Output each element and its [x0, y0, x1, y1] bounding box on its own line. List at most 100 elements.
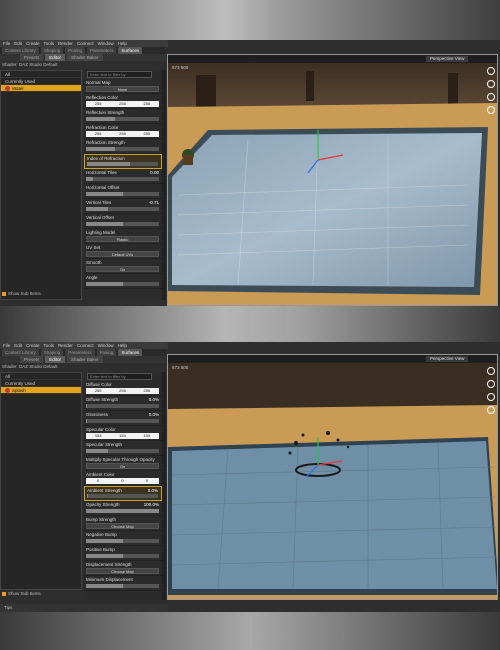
rotate-icon[interactable] — [487, 406, 495, 414]
property-label: Bump Strength — [86, 517, 117, 522]
property-row: Angle — [84, 274, 162, 289]
property-slider[interactable] — [86, 404, 159, 408]
menu-item-create[interactable]: Create — [26, 343, 40, 348]
menu-item-help[interactable]: Help — [118, 41, 127, 46]
scene-render — [168, 55, 497, 305]
tab-shaping[interactable]: Shaping — [40, 349, 64, 356]
menu-item-edit[interactable]: Edit — [14, 41, 22, 46]
property-label: Smooth — [86, 260, 102, 265]
property-button[interactable]: Plastic — [86, 236, 159, 242]
color-swatch[interactable]: 255 255 255 — [86, 101, 159, 107]
menu-item-render[interactable]: Render — [58, 343, 73, 348]
tab-posing[interactable]: Posing — [65, 47, 86, 54]
show-sub-items[interactable]: Show Sub Items — [2, 291, 41, 296]
property-filter-input[interactable]: Enter text to filter by — [87, 373, 152, 380]
property-scrollbar[interactable] — [162, 372, 166, 600]
menu-item-connect[interactable]: Connect — [77, 41, 94, 46]
menu-item-window[interactable]: Window — [98, 41, 114, 46]
property-slider[interactable] — [86, 177, 159, 181]
subtab-shader-baker[interactable]: Shader Baker — [67, 54, 103, 61]
property-button[interactable]: Choose Map — [86, 568, 159, 574]
subtab-editor[interactable]: Editor — [45, 356, 66, 363]
menu-item-edit[interactable]: Edit — [14, 343, 22, 348]
show-sub-items[interactable]: Show Sub Items — [2, 591, 41, 596]
menu-item-create[interactable]: Create — [26, 41, 40, 46]
rotate-icon[interactable] — [487, 106, 495, 114]
property-slider[interactable] — [86, 539, 159, 543]
color-swatch[interactable]: 153 153 153 — [86, 433, 159, 439]
pan-icon[interactable] — [487, 80, 495, 88]
subtab-presets[interactable]: Presets — [20, 356, 44, 363]
menu-item-tools[interactable]: Tools — [44, 343, 55, 348]
property-slider[interactable] — [86, 584, 159, 588]
property-slider[interactable] — [86, 509, 159, 513]
tab-surfaces[interactable]: Surfaces — [118, 47, 143, 54]
menu-item-render[interactable]: Render — [58, 41, 73, 46]
property-button[interactable]: Choose Map — [86, 523, 159, 529]
tab-parameters[interactable]: Parameters — [65, 349, 95, 356]
menu-item-tools[interactable]: Tools — [44, 41, 55, 46]
pan-icon[interactable] — [487, 380, 495, 388]
color-swatch[interactable]: 255 255 255 — [86, 131, 159, 137]
checkbox-icon[interactable] — [2, 591, 6, 596]
property-slider[interactable] — [86, 222, 159, 226]
property-button[interactable]: On — [86, 266, 159, 272]
property-scrollbar[interactable] — [162, 70, 166, 300]
property-row: Horizontal Offset — [84, 184, 162, 199]
list-item-selected[interactable]: Splash — [1, 387, 81, 394]
menu-item-file[interactable]: File — [3, 343, 10, 348]
property-value[interactable]: 0.0% — [148, 488, 158, 493]
shader-label: Shader: DAZ Studio Default — [2, 364, 58, 369]
viewport-coords: 673 500 — [172, 65, 189, 70]
property-label: Multiply Specular Through Opacity — [86, 457, 155, 462]
viewport[interactable]: Perspective View 673 500 — [167, 54, 498, 306]
property-value[interactable]: 0.0% — [149, 397, 159, 402]
property-filter-input[interactable]: Enter text to filter by — [87, 71, 152, 78]
tab-surfaces[interactable]: Surfaces — [118, 349, 143, 356]
property-slider[interactable] — [86, 207, 159, 211]
property-slider[interactable] — [86, 192, 159, 196]
viewport-camera-select[interactable]: Perspective View — [426, 356, 469, 362]
tab-shaping[interactable]: Shaping — [40, 47, 64, 54]
tab-posing[interactable]: Posing — [96, 349, 117, 356]
zoom-icon[interactable] — [487, 93, 495, 101]
property-slider[interactable] — [87, 162, 158, 166]
list-item-all[interactable]: All — [1, 71, 81, 78]
zoom-icon[interactable] — [487, 393, 495, 401]
color-swatch[interactable]: 0 0 0 — [86, 478, 159, 484]
viewport[interactable]: Perspective View 673 500 — [167, 354, 498, 600]
property-button[interactable]: Default UVs — [86, 251, 159, 257]
list-item-all[interactable]: All — [1, 373, 81, 380]
tab-content-library[interactable]: Content Library — [2, 349, 39, 356]
menu-item-connect[interactable]: Connect — [77, 343, 94, 348]
subtab-presets[interactable]: Presets — [20, 54, 44, 61]
tab-content-library[interactable]: Content Library — [2, 47, 39, 54]
property-value[interactable]: 0.00 — [150, 170, 159, 175]
subtab-editor[interactable]: Editor — [45, 54, 66, 61]
checkbox-icon[interactable] — [2, 291, 6, 296]
subtab-shader-baker[interactable]: Shader Baker — [67, 356, 103, 363]
list-item-selected[interactable]: Water — [1, 85, 81, 92]
property-slider[interactable] — [86, 449, 159, 453]
tab-parameters[interactable]: Parameters — [87, 47, 117, 54]
property-slider[interactable] — [87, 494, 158, 498]
orbit-icon[interactable] — [487, 367, 495, 375]
property-slider[interactable] — [86, 554, 159, 558]
menu-item-help[interactable]: Help — [118, 343, 127, 348]
color-channel: 255 — [94, 131, 102, 136]
property-button[interactable]: None — [86, 86, 159, 92]
viewport-camera-select[interactable]: Perspective View — [426, 56, 469, 62]
menu-item-file[interactable]: File — [3, 41, 10, 46]
property-slider[interactable] — [86, 282, 159, 286]
menu-item-window[interactable]: Window — [98, 343, 114, 348]
property-slider[interactable] — [86, 419, 159, 423]
orbit-icon[interactable] — [487, 67, 495, 75]
property-slider[interactable] — [86, 117, 159, 121]
property-value[interactable]: 0.0% — [149, 412, 159, 417]
property-button[interactable]: On — [86, 463, 159, 469]
property-slider[interactable] — [86, 147, 159, 151]
property-value[interactable]: 100.0% — [144, 502, 159, 507]
property-label: Diffuse Color — [86, 382, 112, 387]
color-swatch[interactable]: 255 255 255 — [86, 388, 159, 394]
property-value[interactable]: -0.71 — [149, 200, 159, 205]
